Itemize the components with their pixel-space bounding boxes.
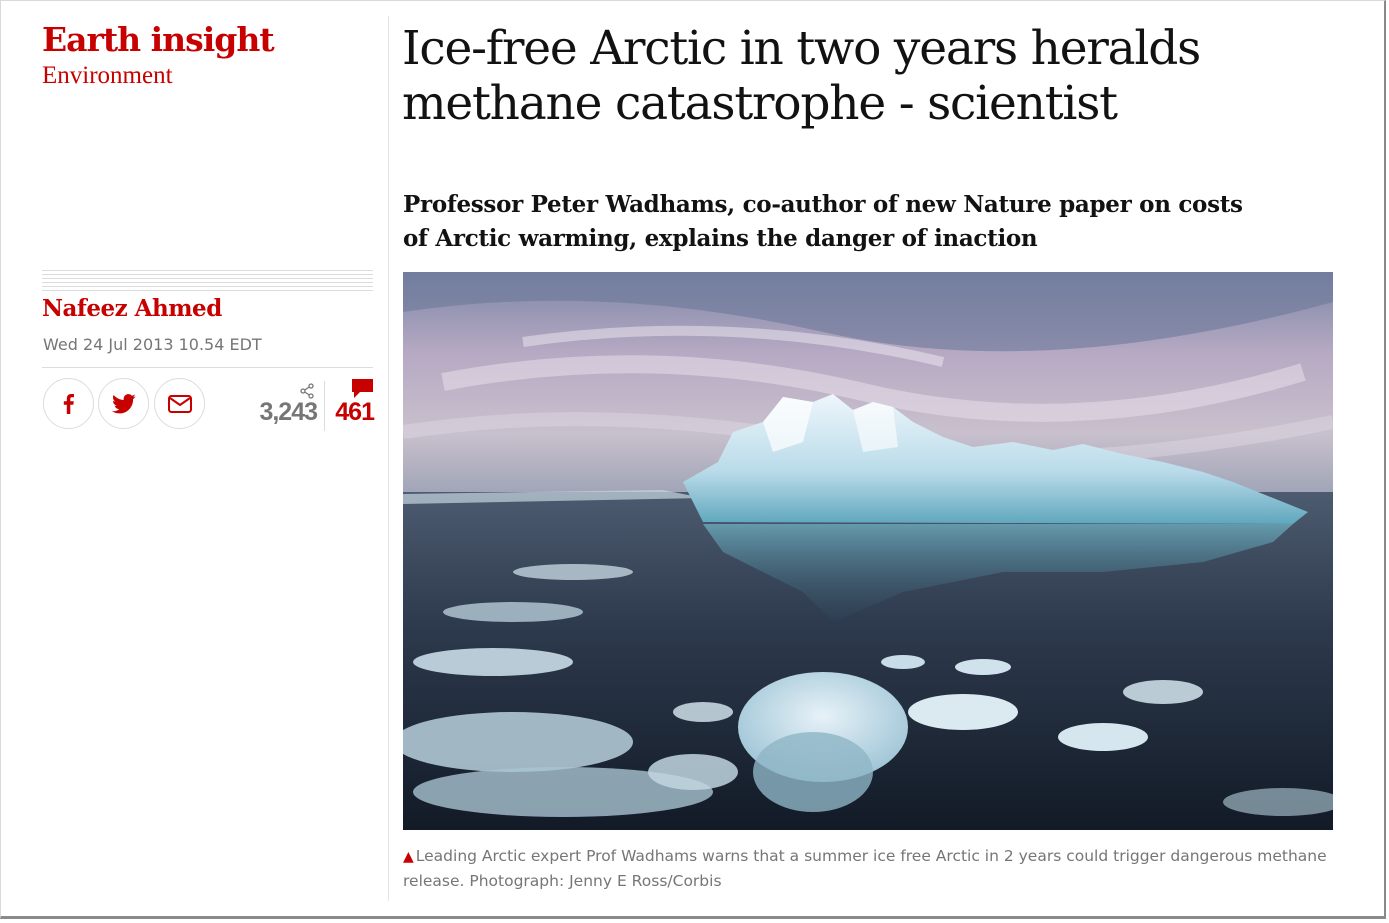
share-icon <box>300 383 314 399</box>
section-link[interactable]: Environment <box>42 61 173 91</box>
facebook-share-button[interactable] <box>43 378 94 429</box>
article-page: Earth insight Environment Nafeez Ahmed W… <box>0 0 1386 919</box>
headline: Ice-free Arctic in two years heralds met… <box>402 21 1201 131</box>
series-link[interactable]: Earth insight <box>42 21 275 59</box>
count-divider <box>324 381 325 431</box>
twitter-icon <box>111 393 136 413</box>
email-share-button[interactable] <box>154 378 205 429</box>
comment-icon[interactable] <box>351 378 374 399</box>
author-link[interactable]: Nafeez Ahmed <box>42 294 222 324</box>
twitter-share-button[interactable] <box>98 378 149 429</box>
meta-divider <box>42 367 373 368</box>
facebook-icon <box>63 393 74 414</box>
email-icon <box>167 394 192 413</box>
column-divider <box>388 16 389 901</box>
image-caption: ▲ Leading Arctic expert Prof Wadhams warn… <box>403 844 1333 893</box>
comment-count-link[interactable]: 461 <box>329 398 375 427</box>
publish-date: Wed 24 Jul 2013 10.54 EDT <box>43 335 262 354</box>
caption-triangle-icon: ▲ <box>403 849 414 865</box>
byline-rules <box>42 270 373 291</box>
share-count: 3,243 <box>259 398 318 426</box>
iceberg-photo <box>403 272 1333 830</box>
caption-text: Leading Arctic expert Prof Wadhams warns… <box>403 847 1327 890</box>
standfirst: Professor Peter Wadhams, co-author of ne… <box>403 191 1243 252</box>
